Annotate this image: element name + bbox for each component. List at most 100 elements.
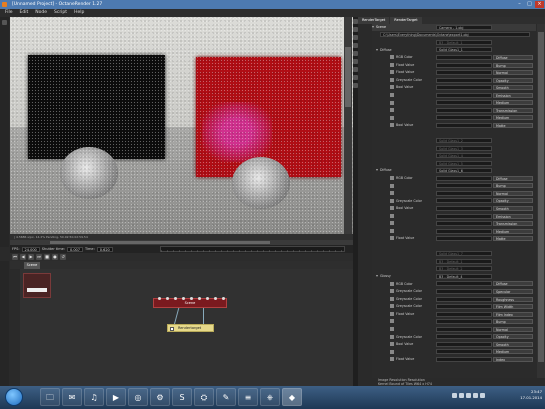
expand-arrow-icon[interactable]	[384, 342, 387, 346]
network-icon[interactable]: ⎈	[260, 388, 280, 406]
node-pin[interactable]	[198, 297, 201, 300]
node-pin[interactable]	[190, 297, 193, 300]
pin-name-dropdown[interactable]: Normal	[493, 70, 533, 76]
tray-icon[interactable]	[473, 393, 478, 398]
node-pin[interactable]	[214, 297, 217, 300]
settings-icon[interactable]: ⚙	[150, 388, 170, 406]
inspector-row[interactable]: Solid Glass1_3	[372, 145, 536, 152]
close-button[interactable]: ×	[535, 1, 544, 8]
skip-end-button[interactable]: ⏭	[36, 254, 42, 260]
inspector-row[interactable]: Bool Value Smooth	[372, 205, 536, 212]
row-value-field[interactable]: C:\Users\Everything\Documents\Octane\exp…	[380, 32, 530, 38]
expand-arrow-icon[interactable]	[384, 214, 387, 218]
step-back-button[interactable]: ◀	[20, 254, 26, 260]
row-value-field[interactable]	[436, 92, 492, 98]
row-value-field[interactable]: Solid Glass1_5	[436, 160, 492, 166]
row-value-field[interactable]	[436, 228, 492, 234]
expand-arrow-icon[interactable]	[372, 267, 375, 271]
inspector-row[interactable]: C:\Users\Everything\Documents\Octane\exp…	[372, 32, 536, 39]
row-value-field[interactable]	[436, 70, 492, 76]
row-value-field[interactable]	[436, 77, 492, 83]
pin-name-dropdown[interactable]: Bump	[493, 319, 533, 325]
inspector-tool-icon[interactable]	[353, 27, 358, 32]
expand-arrow-icon[interactable]	[384, 289, 387, 293]
pin-name-dropdown[interactable]: Normal	[493, 326, 533, 332]
row-value-field[interactable]	[436, 319, 492, 325]
inspector-row[interactable]: Medium	[372, 349, 536, 356]
tab-rendertarget-2[interactable]: RenderTarget	[390, 17, 422, 24]
expand-arrow-icon[interactable]	[384, 108, 387, 112]
row-value-field[interactable]	[436, 311, 492, 317]
pin-name-dropdown[interactable]: Specular	[493, 289, 533, 295]
scrollbar-thumb[interactable]	[538, 32, 544, 362]
inspector-row[interactable]: Medium	[372, 115, 536, 122]
time-field[interactable]: 0.620	[96, 246, 113, 252]
expand-arrow-icon[interactable]	[384, 191, 387, 195]
pin-name-dropdown[interactable]: Film Width	[493, 304, 533, 310]
expand-arrow-icon[interactable]	[384, 312, 387, 316]
pin-name-dropdown[interactable]: Emission	[493, 92, 533, 98]
row-value-field[interactable]	[436, 115, 492, 121]
expand-arrow-icon[interactable]	[372, 259, 375, 263]
pin-name-dropdown[interactable]: Transmission	[493, 107, 533, 113]
pin-name-dropdown[interactable]: Diffuse	[493, 281, 533, 287]
inspector-row[interactable]: Medium	[372, 100, 536, 107]
tray-icon[interactable]	[466, 393, 471, 398]
inspector-row[interactable]: Greyscale Color Opacity	[372, 334, 536, 341]
expand-arrow-icon[interactable]	[372, 365, 375, 369]
inspector-row[interactable]: ▾ Diffuse Solid Glass1_1	[372, 47, 536, 54]
expand-arrow-icon[interactable]	[384, 357, 387, 361]
node-pin[interactable]	[166, 297, 169, 300]
node-pin[interactable]	[158, 297, 161, 300]
start-button[interactable]	[5, 388, 23, 406]
expand-arrow-icon[interactable]	[384, 176, 387, 180]
row-value-field[interactable]	[436, 304, 492, 310]
inspector-row[interactable]: Float Value Index	[372, 356, 536, 363]
inspector-row[interactable]: Float Value Normal	[372, 69, 536, 76]
expand-arrow-icon[interactable]	[372, 244, 375, 248]
media-player-icon[interactable]: ▶	[106, 388, 126, 406]
inspector-scrollbar[interactable]	[537, 24, 545, 378]
play-button[interactable]: ▶	[28, 254, 34, 260]
inspector-tool-icon[interactable]	[353, 35, 358, 40]
editor-icon[interactable]: ✎	[216, 388, 236, 406]
row-value-field[interactable]: Solid Glass1_6	[436, 168, 492, 174]
expand-arrow-icon[interactable]	[372, 40, 375, 44]
expand-arrow-icon[interactable]	[384, 221, 387, 225]
inspector-row[interactable]: RGB Color Diffuse	[372, 175, 536, 182]
inspector-row[interactable]	[372, 130, 536, 137]
expand-arrow-icon[interactable]	[384, 350, 387, 354]
pin-name-dropdown[interactable]: Diffuse	[493, 54, 533, 60]
expand-arrow-icon[interactable]	[384, 304, 387, 308]
row-value-field[interactable]	[436, 190, 492, 196]
inspector-row[interactable]: B3 - Default_2	[372, 266, 536, 273]
inspector-row[interactable]: Normal	[372, 326, 536, 333]
rendertarget-node[interactable]: Rendertarget	[167, 324, 214, 332]
material-thumbnail-node[interactable]	[23, 273, 51, 298]
inspector-row[interactable]: Transmission	[372, 107, 536, 114]
inspector-row[interactable]: Greyscale Color Film Width	[372, 303, 536, 310]
row-value-field[interactable]	[436, 341, 492, 347]
skype-icon[interactable]: S	[172, 388, 192, 406]
expand-arrow-icon[interactable]	[384, 116, 387, 120]
row-value-field[interactable]: B3 - Default_1	[436, 39, 492, 45]
pin-name-dropdown[interactable]: Medium	[493, 349, 533, 355]
row-value-field[interactable]	[436, 281, 492, 287]
row-value-field[interactable]: Solid Glass1_3	[436, 145, 492, 151]
expand-arrow-icon[interactable]	[384, 199, 387, 203]
shutter-field[interactable]: 0.007	[66, 246, 84, 252]
node-pin[interactable]	[222, 297, 225, 300]
inspector-row[interactable]: Normal	[372, 190, 536, 197]
expand-arrow-icon[interactable]: ▾	[376, 168, 379, 172]
row-value-field[interactable]: Camera - 1.obj	[436, 24, 492, 30]
pin-name-dropdown[interactable]: Smooth	[493, 341, 533, 347]
expand-arrow-icon[interactable]	[384, 184, 387, 188]
expand-arrow-icon[interactable]: ▾	[376, 274, 379, 278]
row-value-field[interactable]	[436, 349, 492, 355]
pin-name-dropdown[interactable]: Bump	[493, 62, 533, 68]
node-pin[interactable]	[206, 297, 209, 300]
inspector-row[interactable]: Greyscale Color Roughness	[372, 296, 536, 303]
stop-button[interactable]: ■	[44, 254, 50, 260]
expand-arrow-icon[interactable]	[372, 161, 375, 165]
inspector-row[interactable]: B3 - Default_1	[372, 258, 536, 265]
